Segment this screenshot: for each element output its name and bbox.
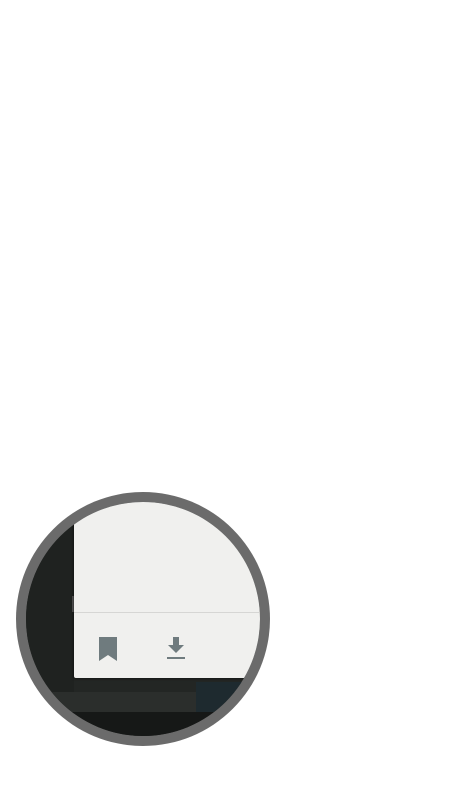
background-footer	[26, 712, 260, 736]
download-button[interactable]	[162, 635, 190, 663]
magnifier-ring	[16, 492, 270, 746]
screen	[0, 0, 467, 804]
sheet-divider	[74, 612, 260, 613]
background-thumbnail	[196, 682, 260, 712]
download-icon	[167, 637, 185, 659]
bookmark-icon	[99, 637, 117, 661]
bookmark-button[interactable]	[94, 635, 122, 663]
action-sheet	[74, 502, 260, 678]
magnified-view	[26, 502, 260, 736]
